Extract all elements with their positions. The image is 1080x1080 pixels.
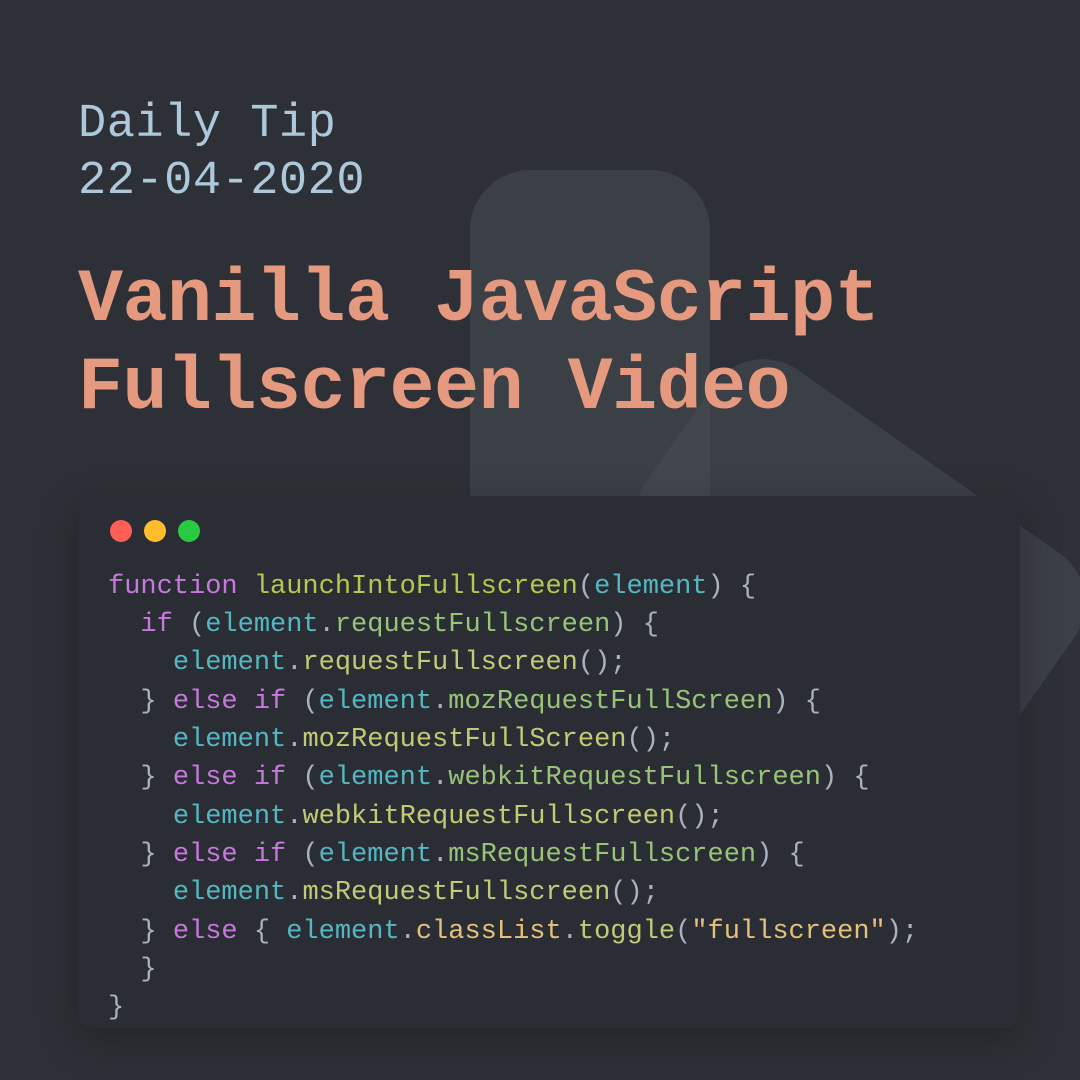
code-token: requestFullscreen (335, 610, 610, 640)
code-token: element (319, 840, 432, 870)
code-token: if (140, 610, 172, 640)
code-token: msRequestFullscreen (448, 840, 756, 870)
code-token: } (108, 763, 173, 793)
code-token: (); (610, 878, 659, 908)
code-token: classList (416, 917, 562, 947)
code-token: . (432, 687, 448, 717)
content-area: Daily Tip 22-04-2020 Vanilla JavaScript … (0, 0, 1080, 1028)
code-token (108, 802, 173, 832)
code-token: element (205, 610, 318, 640)
code-token: . (286, 802, 302, 832)
code-token (108, 725, 173, 755)
code-token: (); (578, 648, 627, 678)
code-token: requestFullscreen (302, 648, 577, 678)
minimize-icon (144, 520, 166, 542)
title-line-2: Fullscreen Video (78, 346, 790, 431)
code-token: . (432, 840, 448, 870)
code-token: else (173, 917, 238, 947)
page-title: Vanilla JavaScript Fullscreen Video (78, 257, 1020, 434)
code-token: element (173, 878, 286, 908)
code-token: ( (286, 763, 318, 793)
code-token: . (319, 610, 335, 640)
code-token: element (173, 802, 286, 832)
code-token: else if (173, 763, 286, 793)
code-token: element (286, 917, 399, 947)
code-token: . (286, 878, 302, 908)
code-token: element (319, 687, 432, 717)
window-traffic-lights (110, 520, 990, 542)
code-token: } (108, 840, 173, 870)
code-token: element (173, 725, 286, 755)
code-token: ) { (756, 840, 805, 870)
code-token: else if (173, 840, 286, 870)
code-token: ( (286, 687, 318, 717)
code-token: ); (886, 917, 918, 947)
code-token: toggle (578, 917, 675, 947)
code-token (108, 878, 173, 908)
code-token: launchIntoFullscreen (254, 572, 578, 602)
code-token: function (108, 572, 238, 602)
subtitle: Daily Tip 22-04-2020 (78, 96, 1020, 211)
code-token: . (400, 917, 416, 947)
close-icon (110, 520, 132, 542)
code-token: } (108, 993, 124, 1023)
code-token: mozRequestFullScreen (448, 687, 772, 717)
code-token: (); (627, 725, 676, 755)
code-token: msRequestFullscreen (302, 878, 610, 908)
code-token: } (108, 955, 157, 985)
code-token: . (286, 725, 302, 755)
code-block: function launchIntoFullscreen(element) {… (108, 568, 990, 1028)
code-token: (); (675, 802, 724, 832)
title-line-1: Vanilla JavaScript (78, 258, 879, 343)
code-token: } (108, 917, 173, 947)
code-token: ) { (708, 572, 757, 602)
code-token: webkitRequestFullscreen (302, 802, 675, 832)
code-token (108, 610, 140, 640)
code-token: . (286, 648, 302, 678)
code-token (238, 572, 254, 602)
code-token: ( (578, 572, 594, 602)
code-token: . (562, 917, 578, 947)
code-token: ( (173, 610, 205, 640)
code-token: ) { (821, 763, 870, 793)
code-token: . (432, 763, 448, 793)
maximize-icon (178, 520, 200, 542)
code-token: ) { (772, 687, 821, 717)
code-token: } (108, 687, 173, 717)
code-token: ( (675, 917, 691, 947)
subtitle-line-1: Daily Tip (78, 98, 336, 151)
code-token: { (238, 917, 287, 947)
code-token: mozRequestFullScreen (302, 725, 626, 755)
code-token: ( (286, 840, 318, 870)
code-token: ) { (610, 610, 659, 640)
code-token: element (594, 572, 707, 602)
code-token: else if (173, 687, 286, 717)
code-token: element (173, 648, 286, 678)
subtitle-line-2: 22-04-2020 (78, 155, 365, 208)
code-token (108, 648, 173, 678)
code-token: webkitRequestFullscreen (448, 763, 821, 793)
code-window: function launchIntoFullscreen(element) {… (78, 496, 1020, 1028)
code-token: "fullscreen" (691, 917, 885, 947)
code-token: element (319, 763, 432, 793)
